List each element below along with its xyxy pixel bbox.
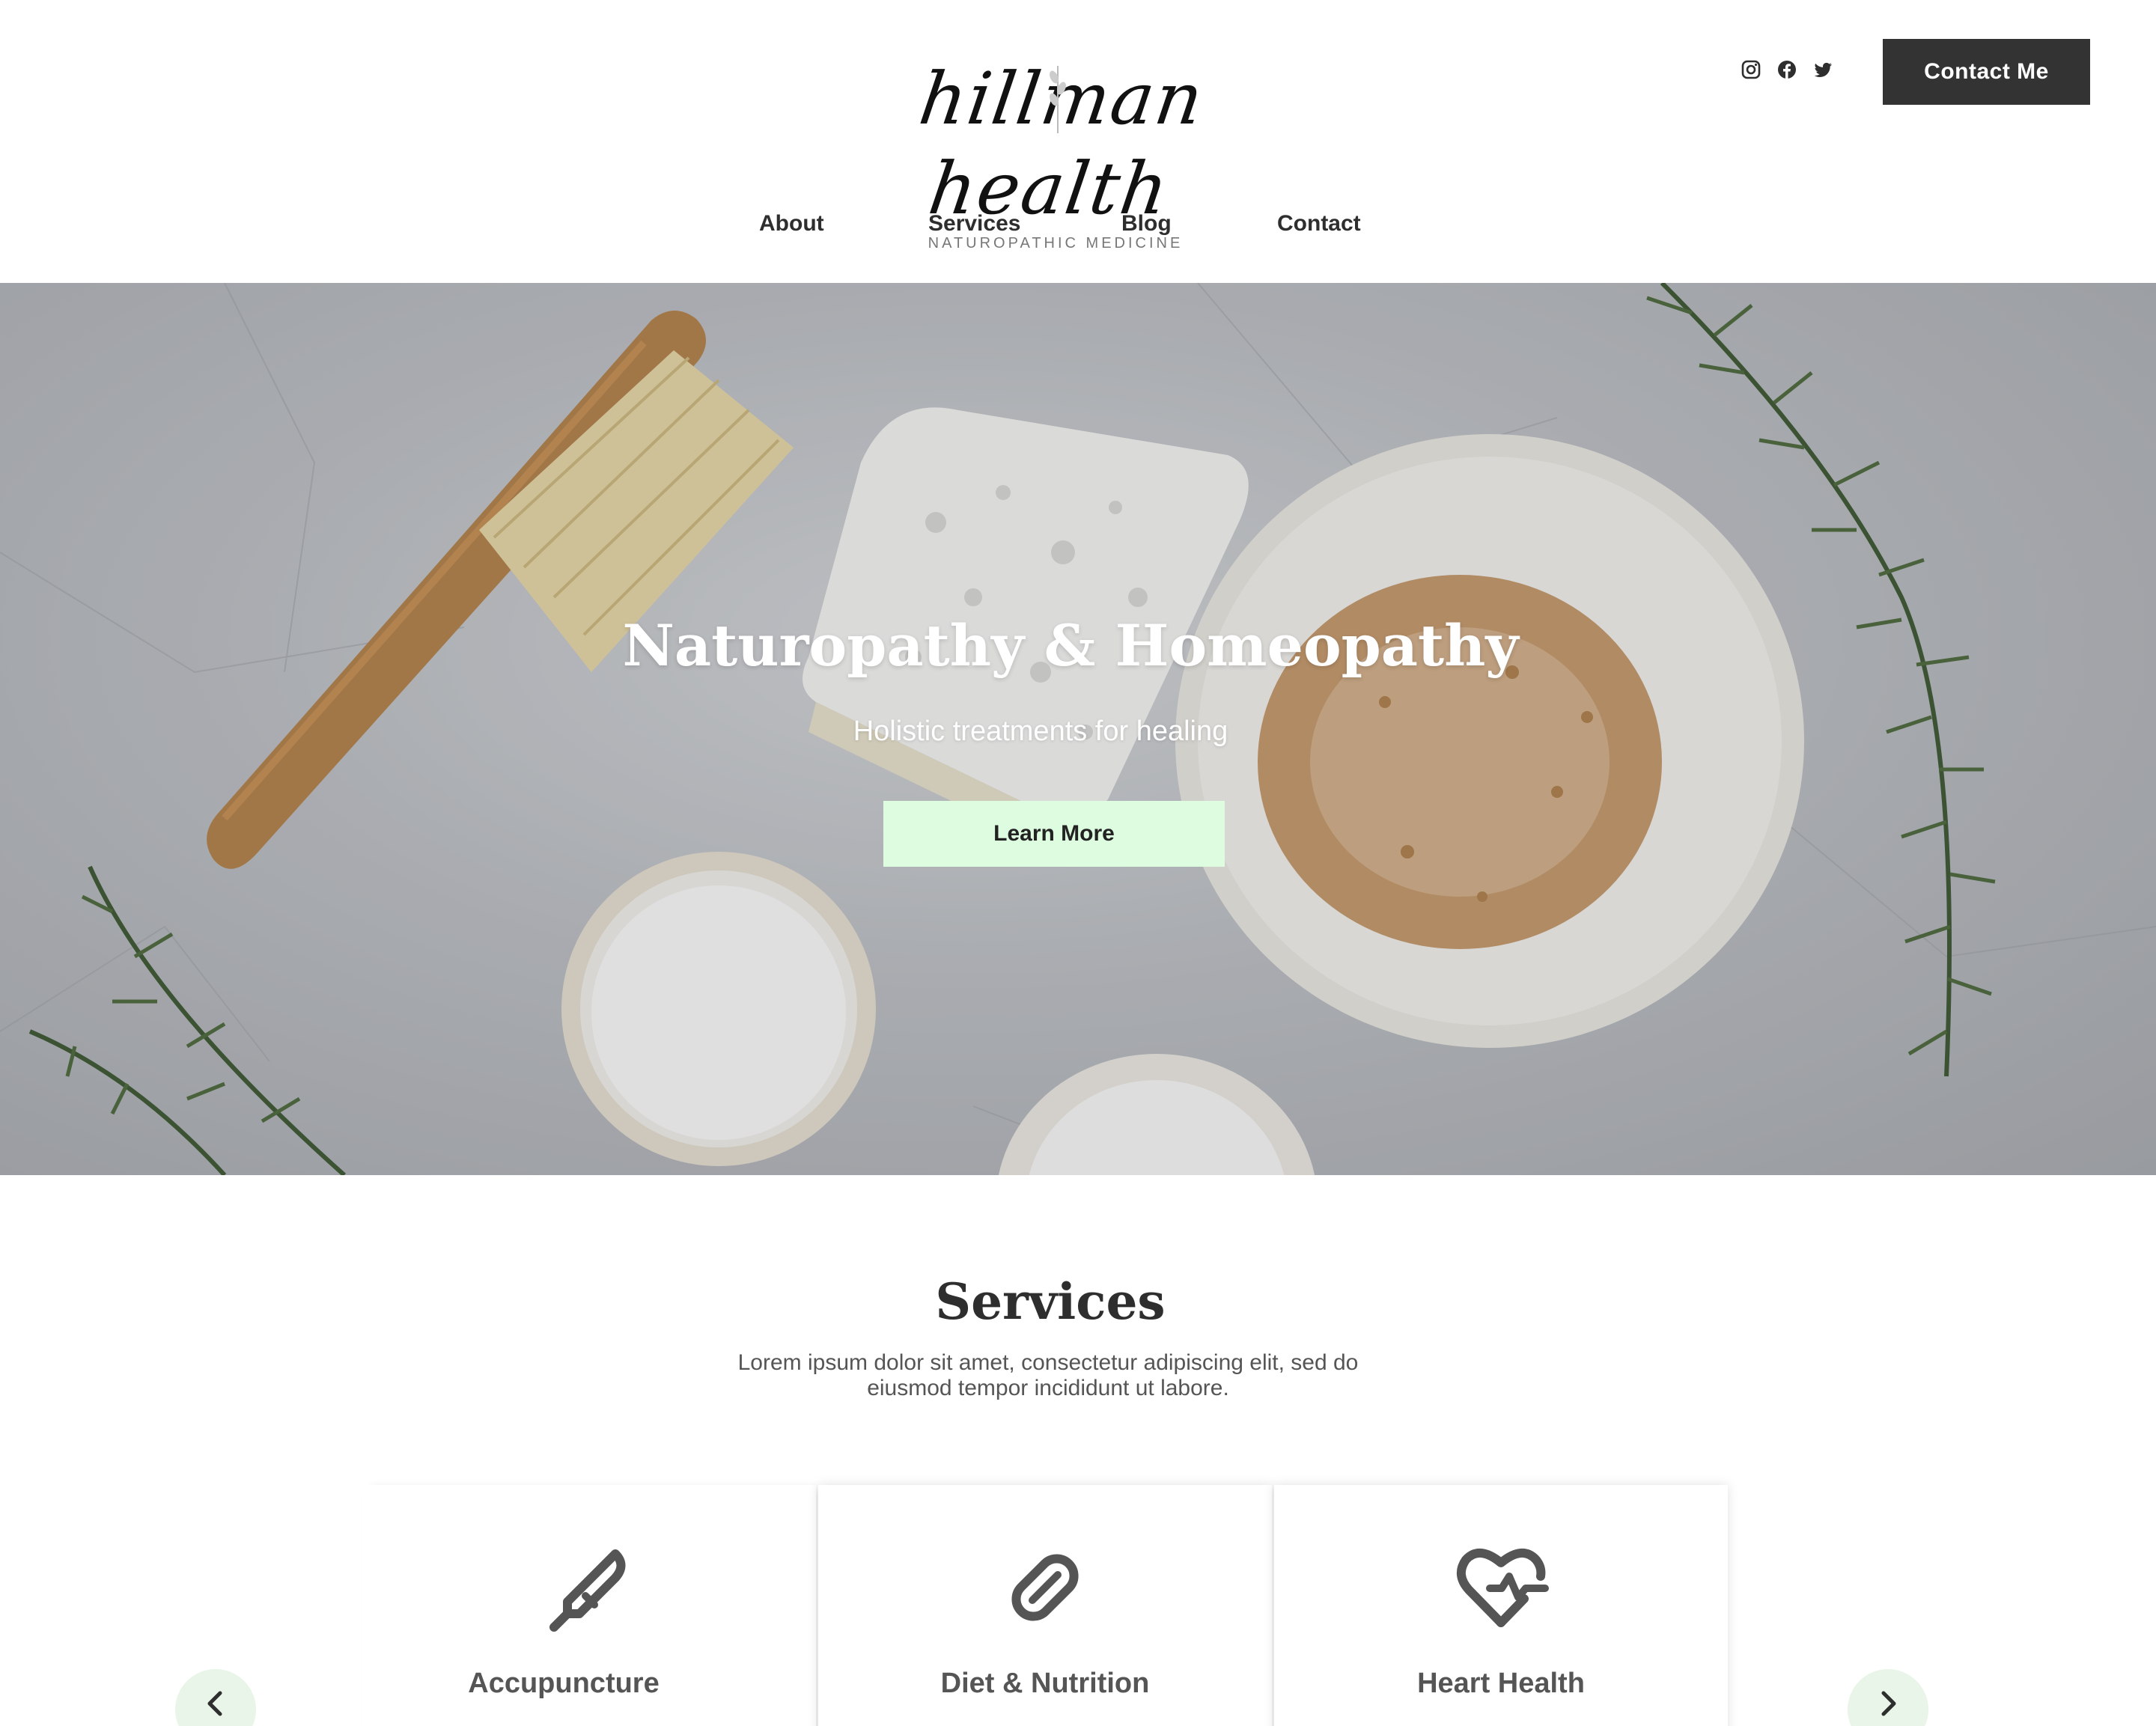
heart-pulse-icon bbox=[1457, 1549, 1549, 1627]
hero-title-text: Naturopathy & Homeopathy bbox=[622, 612, 1519, 679]
services-carousel: Accupuncture Diet & Nutrition Heart Heal… bbox=[0, 1485, 2156, 1726]
nav-item-contact[interactable]: Contact bbox=[1277, 211, 1361, 237]
service-card-diet-nutrition[interactable]: Diet & Nutrition bbox=[818, 1485, 1272, 1726]
pill-icon bbox=[1011, 1554, 1079, 1621]
hero-subtitle: Holistic treatments for healing bbox=[853, 716, 1228, 747]
main-nav: About Services Blog Contact bbox=[0, 211, 2156, 248]
sprig-icon bbox=[1050, 66, 1066, 133]
thermometer-icon bbox=[549, 1549, 626, 1632]
brand-logo[interactable]: hillman health NATUROPATHIC MEDICINE bbox=[808, 54, 1303, 251]
nav-item-services[interactable]: Services bbox=[928, 211, 1020, 237]
contact-me-button[interactable]: Contact Me bbox=[1883, 39, 2090, 105]
social-links bbox=[1741, 60, 1833, 79]
nav-item-about[interactable]: About bbox=[759, 211, 824, 237]
learn-more-button[interactable]: Learn More bbox=[883, 801, 1225, 867]
service-card-label: Heart Health bbox=[1417, 1668, 1585, 1699]
chevron-right-icon bbox=[1881, 1691, 1896, 1716]
instagram-icon[interactable] bbox=[1741, 60, 1761, 79]
hero-title: Naturopathy & Homeopathy bbox=[0, 612, 2156, 679]
services-title: Services bbox=[935, 1272, 1166, 1331]
service-card-label: Diet & Nutrition bbox=[940, 1668, 1150, 1699]
services-description: Lorem ipsum dolor sit amet, consectetur … bbox=[737, 1350, 1359, 1400]
chevron-left-icon bbox=[207, 1691, 222, 1716]
facebook-icon[interactable] bbox=[1777, 60, 1797, 79]
service-card-heart-health[interactable]: Heart Health bbox=[1274, 1485, 1728, 1726]
service-card-label: Accupuncture bbox=[468, 1668, 660, 1699]
service-card-accupuncture[interactable]: Accupuncture bbox=[362, 1485, 816, 1726]
twitter-icon[interactable] bbox=[1813, 60, 1833, 79]
nav-item-blog[interactable]: Blog bbox=[1121, 211, 1172, 237]
hero-section: Naturopathy & Homeopathy Holistic treatm… bbox=[0, 283, 2156, 1175]
site-header: hillman health NATUROPATHIC MEDICINE Con… bbox=[0, 0, 2156, 283]
